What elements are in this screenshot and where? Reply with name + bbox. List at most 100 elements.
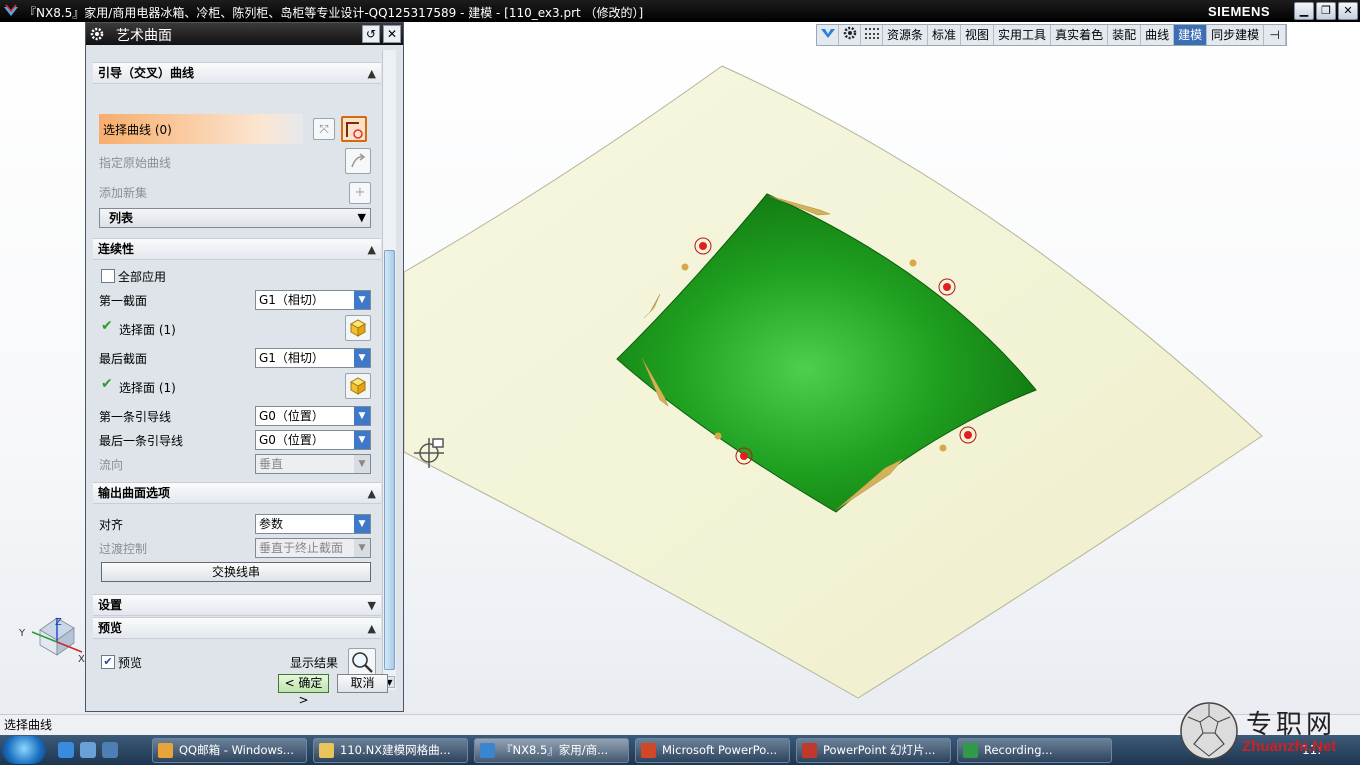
align-select[interactable]: 参数 ▼ — [255, 514, 371, 534]
task-recording[interactable]: Recording... — [957, 738, 1112, 763]
tab-utilities[interactable]: 实用工具 — [994, 25, 1052, 45]
dropdown-arrow-icon[interactable]: ▼ — [354, 539, 370, 557]
task-folder-label: 110.NX建模网格曲... — [340, 743, 451, 757]
chevron-up-icon[interactable]: ▲ — [368, 618, 376, 639]
start-button-icon[interactable] — [2, 736, 46, 764]
dropdown-arrow-icon[interactable]: ▼ — [354, 515, 370, 533]
dropdown-arrow-icon[interactable]: ▼ — [354, 407, 370, 425]
flow-direction-value: 垂直 — [259, 457, 284, 471]
dialog-body: 引导（交叉）曲线 ▲ 选择曲线 (0) ⤧ 指定原始曲线 添加新集 + 列表 ▼… — [93, 50, 381, 690]
nx-task-icon — [480, 743, 495, 758]
axis-z-label: Z — [55, 617, 62, 628]
section-preview[interactable]: 预览 ▲ — [93, 617, 381, 639]
origin-curve-icon[interactable] — [345, 148, 371, 174]
add-new-set-icon[interactable]: + — [349, 182, 371, 204]
dialog-close-icon[interactable]: ✕ — [383, 25, 401, 43]
check-icon: ✔ — [101, 318, 113, 334]
task-folder[interactable]: 110.NX建模网格曲... — [313, 738, 468, 763]
last-section-value: G1（相切） — [259, 351, 324, 365]
axis-y-label: Y — [18, 628, 26, 639]
chevron-down-icon[interactable]: ▼ — [368, 595, 376, 616]
last-guide-label: 最后一条引导线 — [99, 434, 184, 448]
section-settings[interactable]: 设置 ▼ — [93, 594, 381, 616]
show-result-label: 显示结果 — [290, 656, 339, 670]
section-guide-curves[interactable]: 引导（交叉）曲线 ▲ — [93, 62, 381, 84]
grid-handle-icon[interactable] — [861, 25, 883, 45]
tab-curve[interactable]: 曲线 — [1141, 25, 1175, 45]
nx-app-icon[interactable] — [3, 3, 19, 19]
flow-direction-label: 流向 — [99, 458, 124, 472]
tab-true-shading[interactable]: 真实着色 — [1051, 25, 1109, 45]
siemens-logo: SIEMENS — [1208, 4, 1271, 19]
task-qq-mail[interactable]: QQ邮箱 - Windows... — [152, 738, 307, 763]
select-curve-row[interactable]: 选择曲线 (0) — [99, 114, 303, 144]
flow-direction-select[interactable]: 垂直 ▼ — [255, 454, 371, 474]
preview-checkbox[interactable]: ✔ — [101, 655, 115, 669]
status-prompt: 选择曲线 — [4, 718, 53, 732]
tab-sync-modeling[interactable]: 同步建模 — [1207, 25, 1265, 45]
ok-button[interactable]: < 确定 > — [278, 674, 329, 707]
transition-control-select[interactable]: 垂直于终止截面 ▼ — [255, 538, 371, 558]
restore-button[interactable]: ❐ — [1316, 2, 1336, 20]
face-select-icon[interactable] — [345, 315, 371, 341]
gear-icon[interactable] — [839, 25, 861, 45]
last-section-label: 最后截面 — [99, 352, 148, 366]
apply-all-checkbox[interactable] — [101, 269, 115, 283]
dialog-scrollbar[interactable]: ▼ — [382, 50, 396, 690]
section-guide-title: 引导（交叉）曲线 — [98, 66, 195, 80]
chevron-up-icon[interactable]: ▲ — [368, 63, 376, 84]
watermark-url: Zhuanzhi.Net — [1242, 738, 1337, 755]
reverse-direction-icon[interactable]: ⤧ — [313, 118, 335, 140]
first-section-value: G1（相切） — [259, 293, 324, 307]
swap-strings-button[interactable]: 交换线串 — [101, 562, 371, 582]
watermark: 专职网 Zhuanzhi.Net — [1178, 700, 1356, 762]
dialog-gear-icon[interactable] — [89, 26, 105, 42]
list-toggle[interactable]: 列表 ▼ — [99, 208, 371, 228]
show-result-magnifier-icon[interactable] — [348, 648, 376, 676]
section-continuity-title: 连续性 — [98, 242, 135, 256]
dropdown-arrow-icon[interactable]: ▼ — [354, 455, 370, 473]
section-preview-title: 预览 — [98, 621, 123, 635]
last-guide-select[interactable]: G0（位置） ▼ — [255, 430, 371, 450]
first-section-select[interactable]: G1（相切） ▼ — [255, 290, 371, 310]
tab-assembly[interactable]: 装配 — [1108, 25, 1142, 45]
show-desktop-icon[interactable] — [80, 742, 96, 758]
tab-view[interactable]: 视图 — [961, 25, 995, 45]
section-output-options[interactable]: 输出曲面选项 ▲ — [93, 482, 381, 504]
task-powerpoint[interactable]: Microsoft PowerPo... — [635, 738, 790, 763]
task-slideshow[interactable]: PowerPoint 幻灯片... — [796, 738, 951, 763]
face-select-icon[interactable] — [345, 373, 371, 399]
tab-resource-bar[interactable]: 资源条 — [883, 25, 929, 45]
ie-icon[interactable] — [58, 742, 74, 758]
task-qq-mail-label: QQ邮箱 - Windows... — [179, 743, 294, 757]
first-guide-select[interactable]: G0（位置） ▼ — [255, 406, 371, 426]
dialog-title-bar[interactable]: 艺术曲面 ↺ ✕ — [86, 23, 403, 45]
qq-mail-icon — [158, 743, 173, 758]
dropdown-arrow-icon[interactable]: ▼ — [354, 349, 370, 367]
chevron-up-icon[interactable]: ▲ — [368, 483, 376, 504]
chevron-down-icon[interactable]: ▼ — [358, 209, 366, 227]
folder-icon — [319, 743, 334, 758]
tab-standard[interactable]: 标准 — [928, 25, 962, 45]
minimize-button[interactable]: ▁ — [1294, 2, 1314, 20]
switch-windows-icon[interactable] — [102, 742, 118, 758]
axis-x-label: X — [78, 654, 85, 665]
section-continuity[interactable]: 连续性 ▲ — [93, 238, 381, 260]
dropdown-arrow-icon[interactable]: ▼ — [354, 431, 370, 449]
task-nx[interactable]: 『NX8.5』家用/商... — [474, 738, 629, 763]
toolbar-overflow-icon[interactable]: ⊣ — [1264, 25, 1287, 45]
tab-modeling[interactable]: 建模 — [1174, 25, 1208, 45]
close-window-button[interactable]: ✕ — [1338, 2, 1358, 20]
align-value: 参数 — [259, 517, 284, 531]
cancel-button[interactable]: 取消 — [337, 674, 388, 693]
dropdown-arrow-icon[interactable]: ▼ — [354, 291, 370, 309]
nx-logo-icon[interactable] — [817, 25, 839, 45]
select-curve-label: 选择曲线 (0) — [103, 123, 172, 137]
first-section-label: 第一截面 — [99, 294, 148, 308]
curve-select-icon[interactable] — [341, 116, 367, 142]
chevron-up-icon[interactable]: ▲ — [368, 239, 376, 260]
last-section-select[interactable]: G1（相切） ▼ — [255, 348, 371, 368]
ribbon-toolbar: 资源条 标准 视图 实用工具 真实着色 装配 曲线 建模 同步建模 ⊣ — [816, 24, 1288, 46]
reset-icon[interactable]: ↺ — [362, 25, 380, 43]
scrollbar-thumb[interactable] — [384, 250, 395, 670]
